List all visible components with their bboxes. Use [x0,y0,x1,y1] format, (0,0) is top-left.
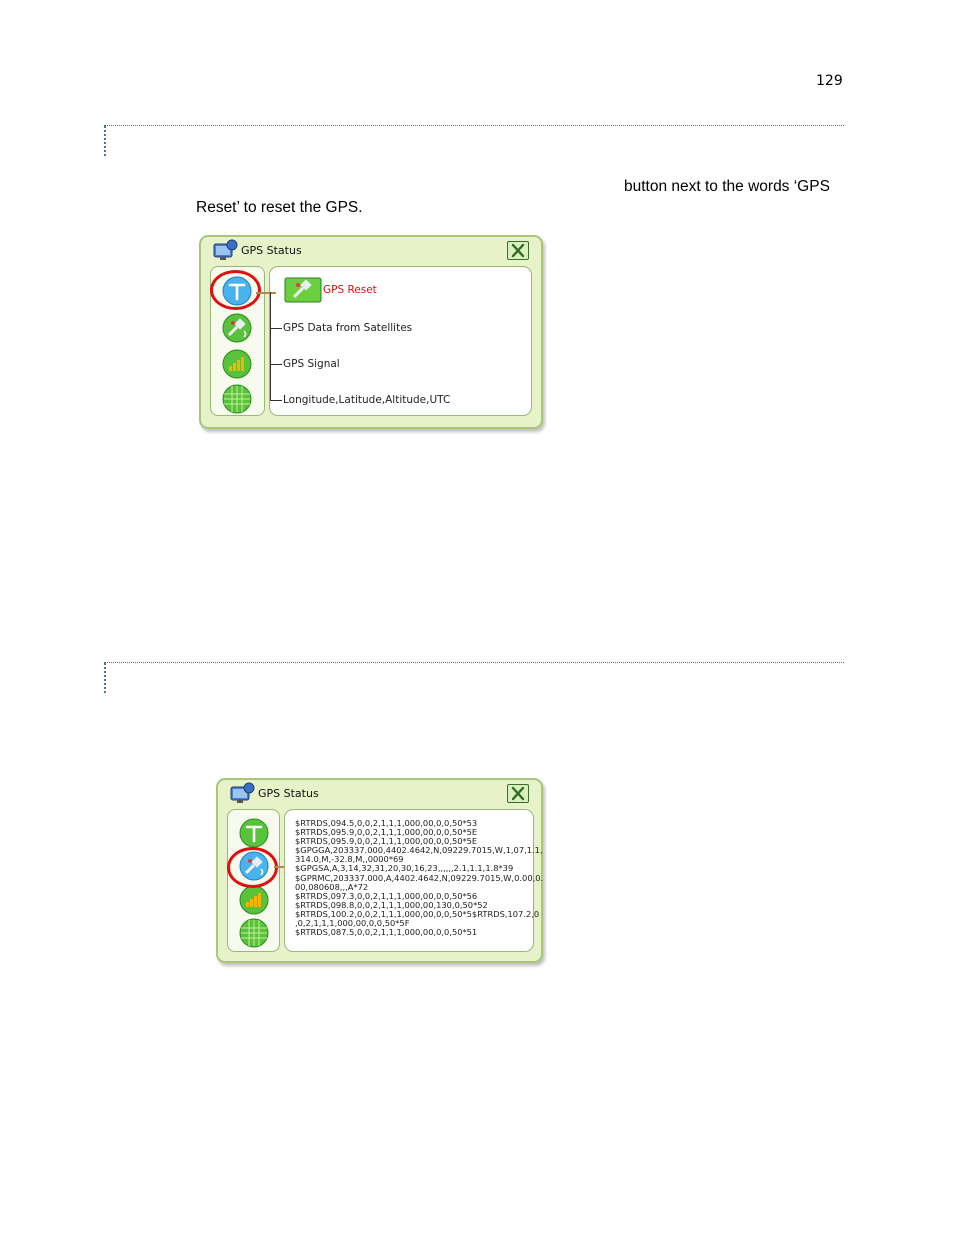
body-text-line: Reset’ to reset the GPS. [196,199,363,216]
tree-branch [270,364,282,365]
close-button[interactable] [507,241,529,260]
tree-branch [270,400,282,401]
highlight-circle [227,847,278,888]
globe-grid-icon[interactable] [239,918,269,948]
tree-branch [270,328,282,329]
window-title: GPS Status [258,787,319,800]
signal-bars-icon[interactable] [222,349,252,379]
globe-grid-icon[interactable] [222,384,252,414]
position-label[interactable]: Longitude,Latitude,Altitude,UTC [283,394,450,406]
satellite-icon[interactable] [222,313,252,343]
nmea-data-panel: $RTRDS,094.5,0,0,2,1,1,1,000,00,0,0,50*5… [284,809,543,952]
gps-status-window: GPS Status GPS Reset GPS Data from Satel… [199,235,543,429]
gps-reset-button-icon[interactable] [284,277,322,303]
highlight-circle [210,270,261,310]
close-icon [511,243,525,258]
gps-status-window: GPS Status $RTRDS,094.5,0,0,2,1,1,1,000,… [216,778,543,963]
gps-reset-label[interactable]: GPS Reset [323,284,377,296]
body-text-line: button next to the words ‘GPS [624,178,830,195]
section-marker [104,663,106,693]
gps-data-label[interactable]: GPS Data from Satellites [283,322,412,334]
gps-signal-label[interactable]: GPS Signal [283,358,340,370]
signal-bars-icon[interactable] [239,885,269,915]
close-button[interactable] [507,784,529,803]
window-title: GPS Status [241,244,302,257]
close-icon [511,786,525,801]
menu-content-panel: GPS Reset GPS Data from Satellites GPS S… [256,266,532,416]
nmea-line: $RTRDS,087.5,0,0,2,1,1,1,000,00,0,0,50*5… [295,927,478,938]
section-divider [104,662,844,663]
tree-vertical-line [270,292,271,400]
page-number: 129 [816,73,843,89]
section-marker [104,126,106,156]
connector-line [256,292,276,294]
section-divider [104,125,844,126]
nmea-data-text: $RTRDS,094.5,0,0,2,1,1,1,000,00,0,0,50*5… [295,818,543,938]
gps-status-window-icon [213,239,238,260]
gps-status-window-icon [230,782,255,803]
gps-reset-icon[interactable] [239,818,269,848]
